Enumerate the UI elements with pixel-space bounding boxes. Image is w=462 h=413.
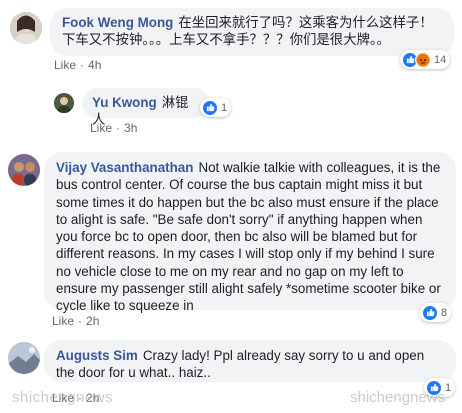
avatar[interactable] (8, 342, 40, 374)
comment-author[interactable]: Fook Weng Mong (62, 15, 173, 30)
comment-time[interactable]: 3h (124, 121, 137, 135)
like-link[interactable]: Like (52, 314, 74, 328)
comment-actions: Like · 3h (90, 121, 137, 135)
reaction-count: 14 (434, 53, 447, 66)
comment-bubble: Augusts Sim Crazy lady! Ppl already say s… (44, 340, 456, 382)
avatar[interactable] (8, 154, 40, 186)
watermark: shichengnews (12, 389, 114, 406)
comment-author[interactable]: Vijay Vasanthanathan (56, 160, 193, 175)
avatar[interactable] (10, 12, 42, 44)
like-icon (202, 99, 218, 116)
comment-time[interactable]: 4h (88, 58, 101, 72)
angry-icon (415, 51, 431, 68)
reaction-count: 1 (445, 381, 452, 394)
comment-text: Not walkie talkie with colleagues, it is… (56, 160, 441, 314)
comment-actions: Like · 2h (52, 314, 99, 328)
reaction-summary[interactable]: 14 (400, 50, 451, 69)
watermark: shichengnews (350, 389, 446, 406)
separator-dot: · (116, 121, 121, 135)
comment-actions: Like · 4h (54, 58, 101, 72)
person-photo-icon (54, 93, 74, 113)
reaction-summary[interactable]: 1 (200, 98, 232, 117)
comment-bubble: Yu Kwong 淋锟人 (82, 88, 210, 127)
comment-bubble: Fook Weng Mong 在坐回来就行了吗？这乘客为什么这样子！下车又不按钟。… (50, 8, 454, 56)
comment-time[interactable]: 2h (86, 314, 99, 328)
person-photo-icon (10, 12, 42, 44)
person-photo-icon (8, 154, 40, 186)
avatar[interactable] (54, 93, 74, 113)
reaction-summary[interactable]: 8 (420, 303, 452, 322)
like-link[interactable]: Like (90, 121, 112, 135)
comment-author[interactable]: Augusts Sim (56, 348, 138, 363)
comment-bubble: Vijay Vasanthanathan Not walkie talkie wi… (44, 152, 456, 314)
like-link[interactable]: Like (54, 58, 76, 72)
comment-author[interactable]: Yu Kwong (92, 95, 157, 110)
reaction-count: 8 (441, 306, 448, 319)
separator-dot: · (78, 314, 83, 328)
landscape-photo-icon (8, 342, 40, 374)
reaction-count: 1 (221, 101, 228, 114)
separator-dot: · (80, 58, 85, 72)
like-icon (422, 304, 438, 321)
